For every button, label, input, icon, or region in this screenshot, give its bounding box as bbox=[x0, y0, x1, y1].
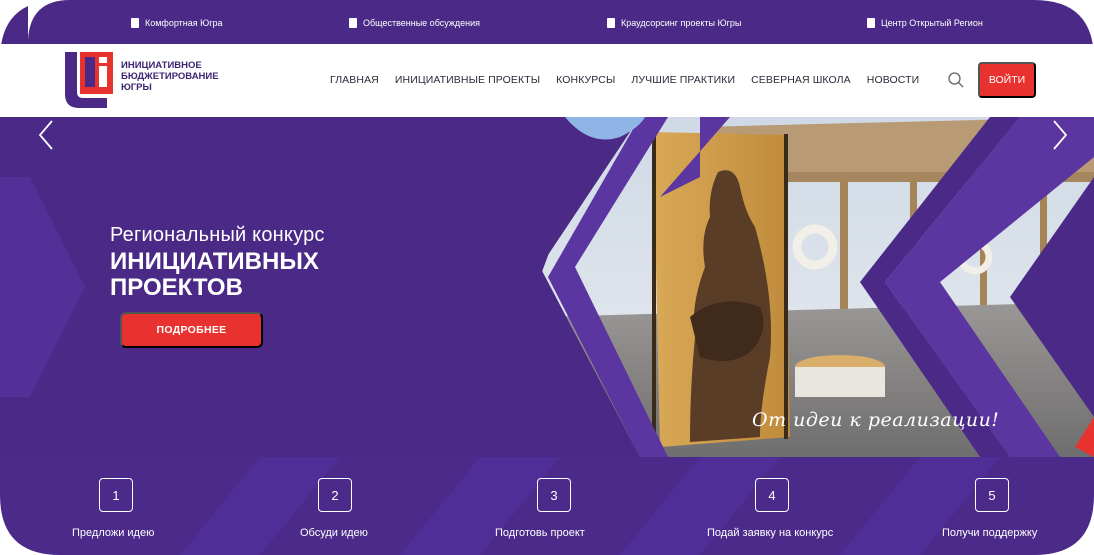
step-label: Получи поддержку bbox=[942, 527, 1038, 539]
step-label: Подай заявку на конкурс bbox=[707, 527, 834, 539]
top-link-label: Комфортная Югра bbox=[145, 18, 223, 28]
step-number: 3 bbox=[537, 478, 571, 512]
step-item[interactable]: 3 Подготовь проект bbox=[455, 457, 655, 555]
login-button[interactable]: ВОЙТИ bbox=[978, 62, 1036, 98]
step-item[interactable]: 4 Подай заявку на конкурс bbox=[675, 457, 875, 555]
hero-banner: Региональный конкурс ИНИЦИАТИВНЫХ ПРОЕКТ… bbox=[0, 117, 1094, 457]
step-label: Обсуди идею bbox=[300, 527, 368, 539]
top-link-crowdsourcing[interactable]: Краудсорсинг проекты Югры bbox=[607, 17, 741, 29]
step-label: Предложи идею bbox=[72, 527, 155, 539]
chevron-right-icon[interactable] bbox=[1050, 117, 1070, 153]
nav-item-home[interactable]: ГЛАВНАЯ bbox=[330, 74, 379, 86]
nav-item-best-practices[interactable]: ЛУЧШИЕ ПРАКТИКИ bbox=[631, 74, 735, 86]
step-item[interactable]: 5 Получи поддержку bbox=[890, 457, 1090, 555]
logo-icon[interactable] bbox=[63, 50, 115, 108]
more-button[interactable]: ПОДРОБНЕЕ bbox=[120, 312, 263, 348]
nav-item-initiative-projects[interactable]: ИНИЦИАТИВНЫЕ ПРОЕКТЫ bbox=[395, 74, 540, 86]
step-number: 5 bbox=[975, 478, 1009, 512]
top-link-label: Центр Открытый Регион bbox=[881, 18, 983, 28]
top-links: Комфортная Югра Общественные обсуждения … bbox=[0, 17, 1094, 33]
nav-item-contests[interactable]: КОНКУРСЫ bbox=[556, 74, 615, 86]
step-item[interactable]: 2 Обсуди идею bbox=[235, 457, 435, 555]
nav-item-northern-school[interactable]: СЕВЕРНАЯ ШКОЛА bbox=[751, 74, 851, 86]
step-number: 4 bbox=[755, 478, 789, 512]
search-icon[interactable] bbox=[947, 71, 965, 89]
steps-bar: 1 Предложи идею 2 Обсуди идею 3 Подготов… bbox=[0, 457, 1094, 555]
chevron-left-icon[interactable] bbox=[36, 117, 56, 153]
logo-line: ИНИЦИАТИВНОЕ bbox=[121, 60, 202, 71]
hero-slogan: От идеи к реализации! bbox=[752, 409, 1000, 431]
logo-line: БЮДЖЕТИРОВАНИЕ bbox=[121, 71, 219, 82]
hero-subtitle: Региональный конкурс bbox=[110, 224, 325, 246]
top-link-open-region[interactable]: Центр Открытый Регион bbox=[867, 17, 983, 29]
top-link-label: Краудсорсинг проекты Югры bbox=[621, 18, 742, 28]
document-icon bbox=[349, 18, 357, 28]
hero-title-line: ИНИЦИАТИВНЫХ bbox=[110, 248, 319, 275]
top-link-public-discussions[interactable]: Общественные обсуждения bbox=[349, 17, 480, 29]
step-number: 2 bbox=[318, 478, 352, 512]
step-item[interactable]: 1 Предложи идею bbox=[15, 457, 215, 555]
logo-line: ЮГРЫ bbox=[121, 82, 152, 93]
top-link-label: Общественные обсуждения bbox=[363, 18, 480, 28]
page: Комфортная Югра Общественные обсуждения … bbox=[0, 0, 1094, 555]
document-icon bbox=[607, 18, 615, 28]
nav-item-news[interactable]: НОВОСТИ bbox=[867, 74, 919, 86]
document-icon bbox=[131, 18, 139, 28]
logo-text: ИНИЦИАТИВНОЕ БЮДЖЕТИРОВАНИЕ ЮГРЫ bbox=[121, 60, 219, 93]
hero-title-line: ПРОЕКТОВ bbox=[110, 274, 243, 301]
hero-title: ИНИЦИАТИВНЫХ ПРОЕКТОВ bbox=[110, 249, 319, 301]
step-label: Подготовь проект bbox=[495, 527, 585, 539]
document-icon bbox=[867, 18, 875, 28]
main-nav: ГЛАВНАЯ ИНИЦИАТИВНЫЕ ПРОЕКТЫ КОНКУРСЫ ЛУ… bbox=[330, 74, 919, 86]
step-number: 1 bbox=[99, 478, 133, 512]
top-link-komfortnaya-yugra[interactable]: Комфортная Югра bbox=[131, 17, 223, 29]
